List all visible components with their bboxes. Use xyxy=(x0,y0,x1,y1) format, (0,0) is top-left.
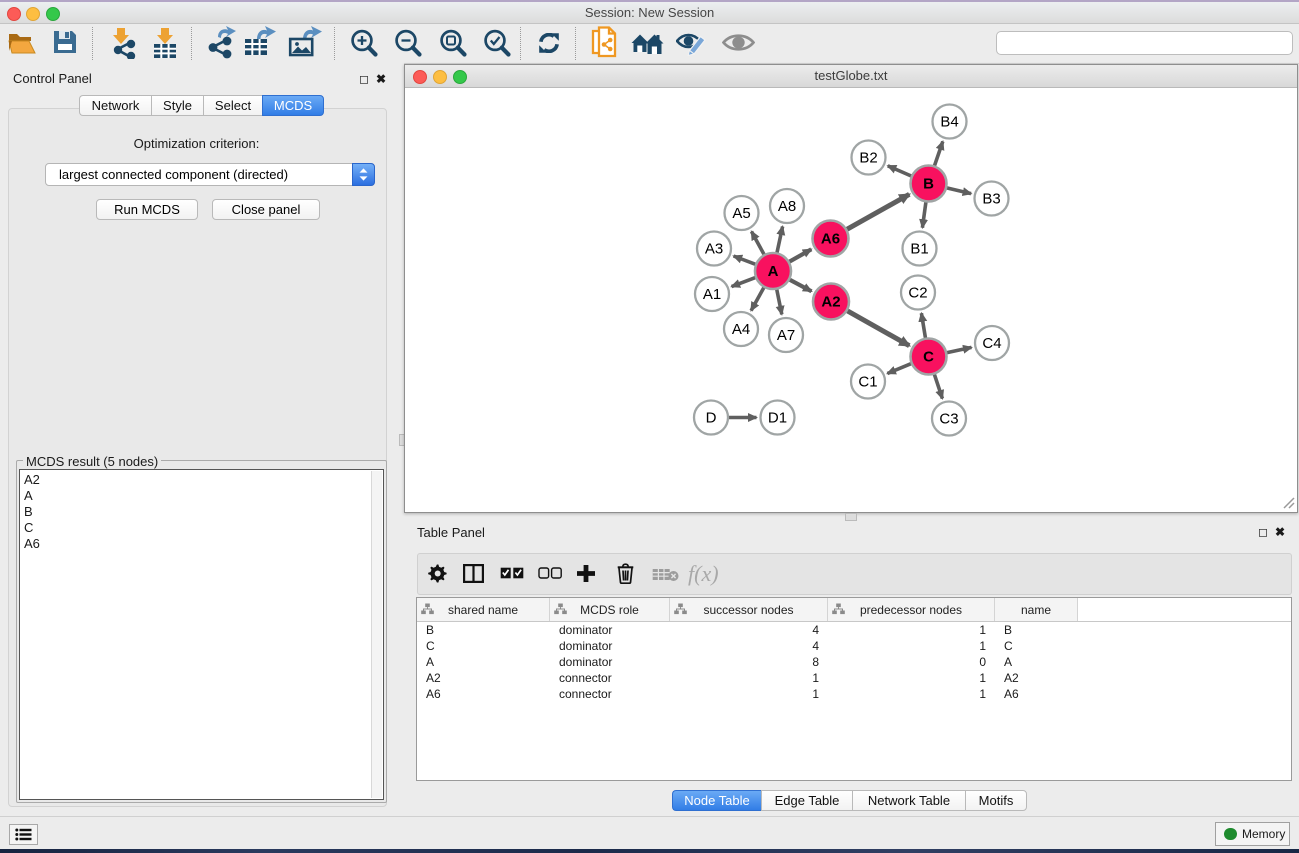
svg-text:A5: A5 xyxy=(732,205,750,222)
svg-text:D: D xyxy=(706,410,717,427)
svg-text:C1: C1 xyxy=(858,374,877,391)
svg-text:B: B xyxy=(923,176,934,193)
svg-text:C4: C4 xyxy=(982,335,1001,352)
svg-text:A: A xyxy=(768,263,779,280)
svg-text:B2: B2 xyxy=(859,150,877,167)
svg-text:B1: B1 xyxy=(910,241,928,258)
svg-text:A1: A1 xyxy=(703,286,721,303)
svg-text:A7: A7 xyxy=(777,327,795,344)
svg-text:A8: A8 xyxy=(778,198,796,215)
svg-text:A3: A3 xyxy=(705,241,723,258)
svg-text:C2: C2 xyxy=(908,285,927,302)
svg-text:A4: A4 xyxy=(732,321,750,338)
svg-text:B3: B3 xyxy=(982,191,1000,208)
svg-text:A6: A6 xyxy=(821,231,840,248)
svg-text:C3: C3 xyxy=(939,411,958,428)
svg-text:C: C xyxy=(923,349,934,366)
svg-text:D1: D1 xyxy=(768,410,787,427)
svg-text:A2: A2 xyxy=(821,294,840,311)
svg-text:B4: B4 xyxy=(940,114,958,131)
